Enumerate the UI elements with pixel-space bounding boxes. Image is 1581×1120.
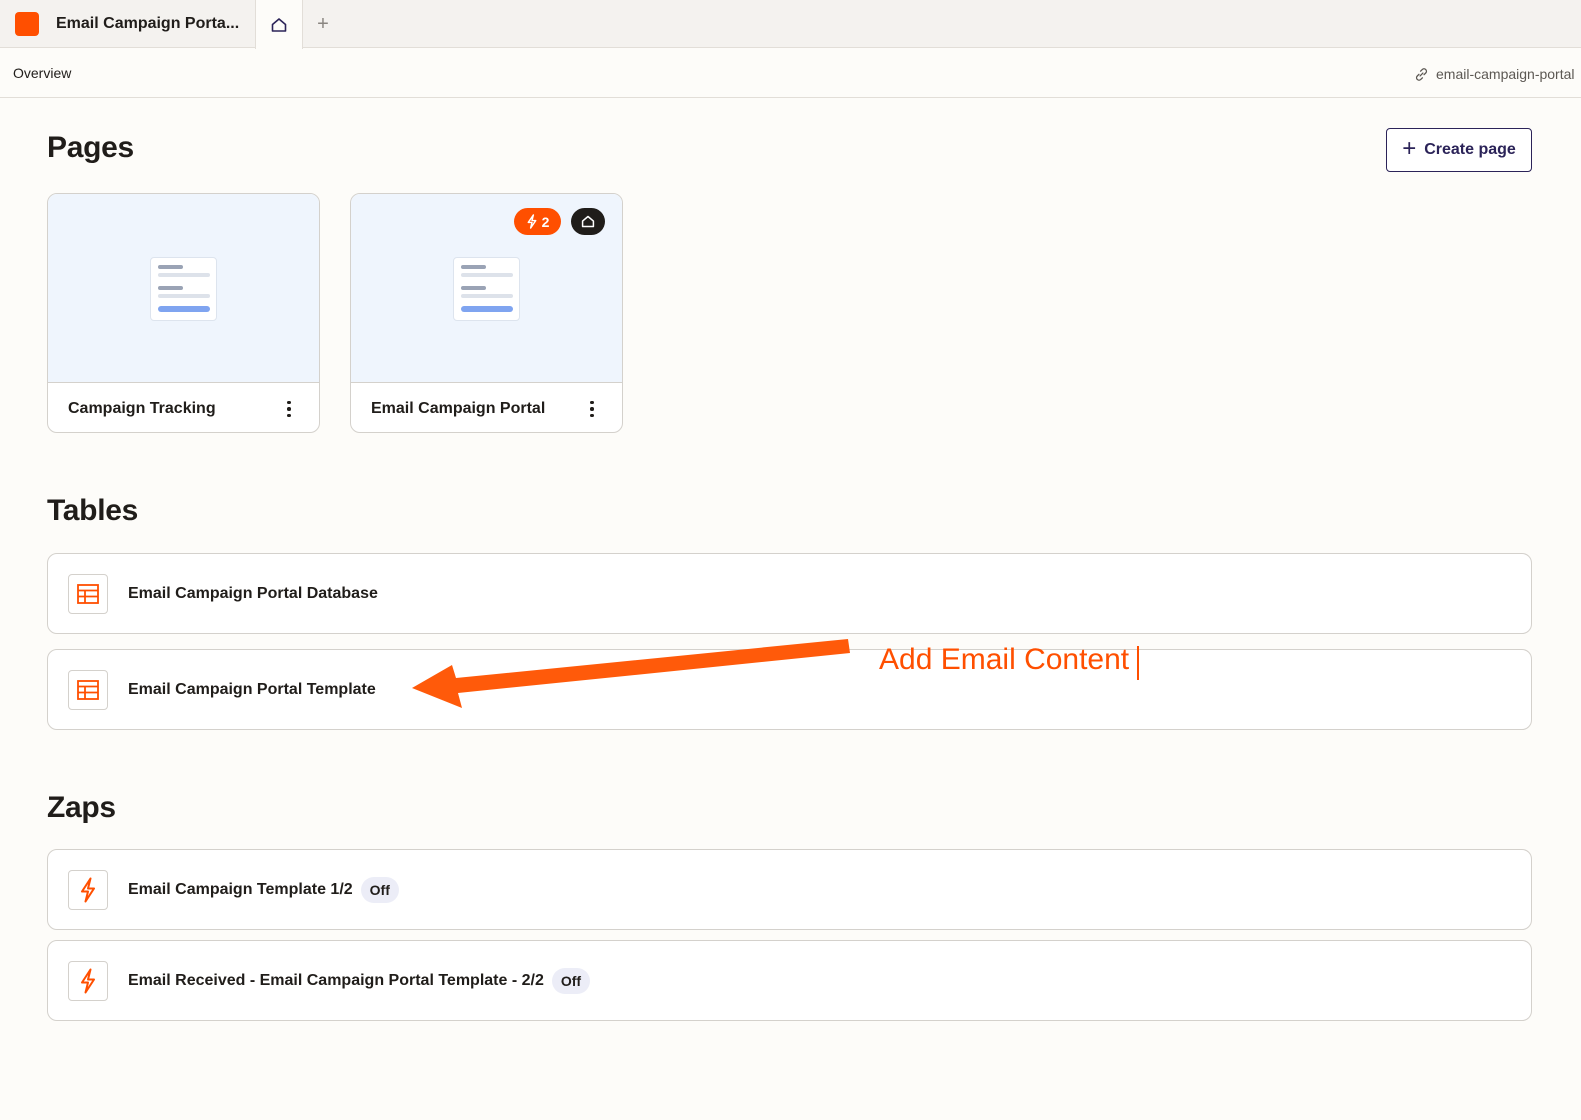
page-card-title: Campaign Tracking	[68, 400, 216, 417]
link-icon	[1415, 67, 1428, 81]
page-document-icon	[453, 257, 520, 321]
home-page-badge	[571, 208, 605, 235]
more-options-icon[interactable]	[582, 399, 602, 419]
add-tab-button[interactable]: +	[303, 0, 343, 48]
page-document-icon	[150, 257, 217, 321]
home-icon	[271, 17, 287, 32]
public-url-link[interactable]: email-campaign-portal	[1414, 65, 1581, 83]
zap-row-email-received[interactable]: Email Received - Email Campaign Portal T…	[47, 940, 1532, 1021]
page-thumbnail	[48, 194, 319, 383]
page-thumbnail: 2	[351, 194, 622, 383]
pages-heading: Pages	[47, 131, 134, 164]
home-icon	[581, 215, 595, 228]
zap-status-badge: Off	[551, 967, 591, 994]
table-name: Email Campaign Portal Database	[128, 584, 378, 602]
table-icon	[68, 669, 108, 710]
lightning-bolt-icon	[68, 869, 108, 910]
sub-header: Overview email-campaign-portal	[0, 48, 1581, 98]
home-tab[interactable]	[255, 0, 303, 49]
app-logo-icon	[15, 12, 39, 36]
app-tab[interactable]: Email Campaign Porta...	[0, 0, 255, 48]
breadcrumb-overview[interactable]: Overview	[13, 65, 71, 81]
app-title: Email Campaign Porta...	[56, 15, 240, 32]
card-footer: Campaign Tracking	[48, 384, 319, 432]
tab-bar: Email Campaign Porta... +	[0, 0, 1581, 49]
card-footer: Email Campaign Portal	[351, 384, 622, 432]
lightning-bolt-icon	[527, 214, 537, 229]
more-options-icon[interactable]	[279, 399, 299, 419]
annotation-arrow-icon	[412, 639, 850, 708]
annotation-text[interactable]: Add Email Content	[879, 643, 1129, 677]
plus-icon: +	[1402, 135, 1417, 162]
create-page-button[interactable]: + Create page	[1386, 128, 1532, 172]
table-name: Email Campaign Portal Template	[128, 680, 376, 698]
zap-count-badge[interactable]: 2	[514, 208, 561, 235]
create-page-label: Create page	[1424, 141, 1516, 158]
zaps-heading: Zaps	[47, 791, 116, 824]
zap-name: Email Campaign Template 1/2	[128, 880, 353, 898]
zap-row-template[interactable]: Email Campaign Template 1/2 Off	[47, 849, 1532, 930]
tables-heading: Tables	[47, 494, 139, 527]
zap-count: 2	[541, 213, 550, 230]
table-row-database[interactable]: Email Campaign Portal Database	[47, 553, 1532, 634]
text-caret	[1137, 646, 1139, 680]
page-card-email-campaign-portal[interactable]: 2 Email Campaign Portal	[350, 193, 623, 433]
zap-status-badge: Off	[360, 876, 399, 903]
lightning-bolt-icon	[68, 960, 108, 1001]
page-card-title: Email Campaign Portal	[371, 400, 546, 417]
table-icon	[68, 573, 108, 614]
url-slug: email-campaign-portal	[1436, 66, 1575, 82]
zap-name: Email Received - Email Campaign Portal T…	[128, 971, 544, 989]
page-card-campaign-tracking[interactable]: Campaign Tracking	[47, 193, 320, 433]
